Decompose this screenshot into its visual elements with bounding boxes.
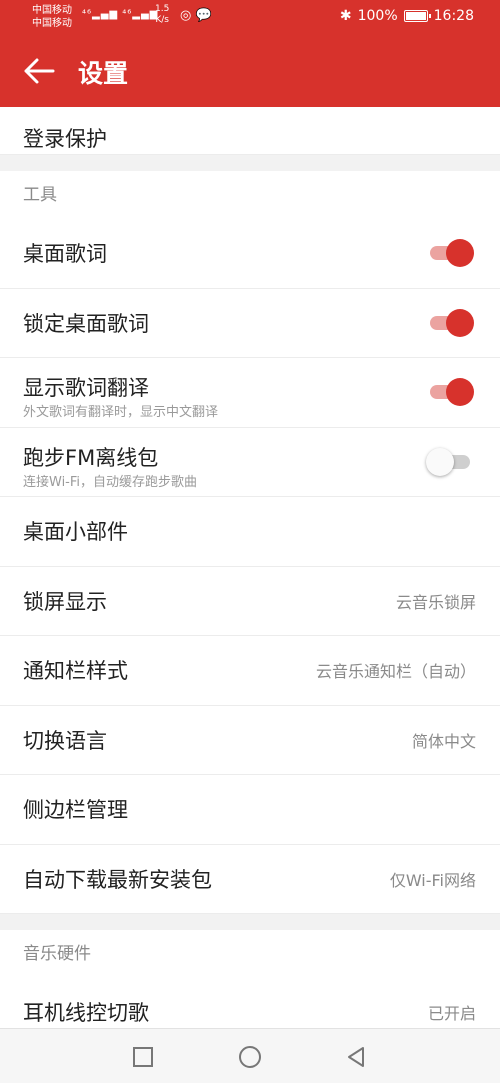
carrier-labels: 中国移动 中国移动	[32, 4, 72, 30]
desktop-lyrics-toggle[interactable]	[428, 239, 474, 268]
setting-value: 简体中文	[411, 731, 476, 751]
setting-lock-desktop-lyrics[interactable]: 锁定桌面歌词	[0, 288, 500, 358]
setting-label: 耳机线控切歌	[23, 1001, 149, 1026]
system-nav-bar	[0, 1028, 500, 1083]
setting-description: 外文歌词有翻译时，显示中文翻译	[23, 405, 219, 420]
show-translation-toggle[interactable]	[428, 378, 474, 407]
setting-login-protect[interactable]: 登录保护	[0, 107, 500, 155]
setting-label: 侧边栏管理	[23, 798, 128, 823]
setting-notification-style[interactable]: 通知栏样式 云音乐通知栏（自动）	[0, 636, 500, 706]
setting-value: 仅Wi-Fi网络	[389, 870, 476, 890]
network-speed: 1.5 K/s	[155, 4, 169, 26]
section-title-tools: 工具	[0, 171, 500, 219]
bluetooth-icon: ✱	[339, 8, 352, 24]
page-title: 设置	[78, 59, 129, 88]
setting-auto-download[interactable]: 自动下载最新安装包 仅Wi-Fi网络	[0, 844, 500, 914]
section-title-hardware: 音乐硬件	[0, 930, 500, 978]
setting-label: 跑步FM离线包	[23, 445, 159, 470]
setting-desktop-widget[interactable]: 桌面小部件	[0, 497, 500, 567]
section-divider	[0, 155, 500, 171]
setting-value: 云音乐通知栏（自动）	[315, 662, 476, 682]
carrier-2: 中国移动	[32, 18, 72, 29]
setting-running-fm[interactable]: 跑步FM离线包 连接Wi-Fi，自动缓存跑步歌曲	[0, 427, 500, 497]
setting-sidebar-manage[interactable]: 侧边栏管理	[0, 775, 500, 845]
status-bar: 中国移动 中国移动 ⁴⁶▂▄▆ ⁴⁶▂▄▆ 1.5 K/s ◎ 💬 ✱ 100%…	[0, 0, 500, 36]
setting-label: 锁屏显示	[23, 589, 107, 614]
app-header: 中国移动 中国移动 ⁴⁶▂▄▆ ⁴⁶▂▄▆ 1.5 K/s ◎ 💬 ✱ 100%…	[0, 0, 500, 107]
section-divider	[0, 914, 500, 930]
carrier-1: 中国移动	[32, 5, 72, 16]
lock-desktop-lyrics-toggle[interactable]	[428, 308, 474, 337]
back-arrow-icon[interactable]	[22, 56, 56, 86]
battery-icon	[403, 10, 431, 22]
setting-label: 切换语言	[23, 728, 107, 753]
settings-list: 登录保护 工具 桌面歌词 锁定桌面歌词 显示歌词翻译 外文歌词有翻译时，显示中文…	[0, 107, 500, 1048]
signal-icon: ⁴⁶▂▄▆ ⁴⁶▂▄▆	[82, 9, 159, 20]
setting-label: 自动下载最新安装包	[23, 867, 212, 892]
setting-label: 桌面歌词	[23, 242, 107, 267]
status-right: ✱ 100% 16:28	[340, 8, 474, 24]
clock: 16:28	[433, 8, 474, 24]
running-fm-toggle[interactable]	[426, 447, 472, 476]
speed-unit: K/s	[155, 15, 169, 25]
setting-label: 登录保护	[23, 127, 107, 151]
setting-lock-screen[interactable]: 锁屏显示 云音乐锁屏	[0, 566, 500, 636]
setting-language[interactable]: 切换语言 简体中文	[0, 705, 500, 775]
setting-value: 云音乐锁屏	[395, 592, 476, 612]
setting-value: 已开启	[427, 1004, 476, 1024]
setting-label: 显示歌词翻译	[23, 376, 149, 400]
setting-desktop-lyrics[interactable]: 桌面歌词	[0, 219, 500, 289]
circle-icon[interactable]	[238, 1045, 262, 1069]
notification-icons: ◎ 💬	[180, 8, 212, 23]
setting-label: 锁定桌面歌词	[23, 311, 149, 336]
speed-value: 1.5	[155, 4, 170, 14]
triangle-back-icon[interactable]	[344, 1045, 368, 1069]
setting-label: 通知栏样式	[23, 659, 128, 684]
setting-show-translation[interactable]: 显示歌词翻译 外文歌词有翻译时，显示中文翻译	[0, 358, 500, 428]
square-icon[interactable]	[131, 1045, 155, 1069]
setting-description: 连接Wi-Fi，自动缓存跑步歌曲	[23, 474, 198, 490]
battery-percent: 100%	[357, 8, 398, 24]
setting-label: 桌面小部件	[23, 520, 128, 545]
